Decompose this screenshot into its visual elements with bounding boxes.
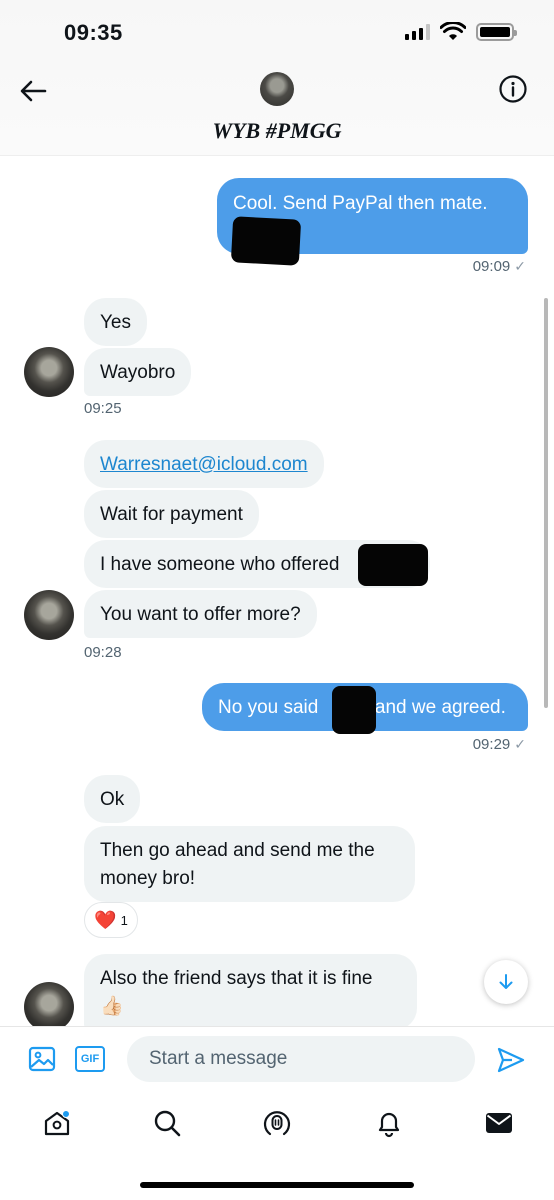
message-bubble-incoming[interactable]: You want to offer more?: [84, 590, 317, 638]
arrow-down-icon: [499, 974, 513, 989]
message-text: Wait for payment: [100, 504, 243, 525]
message-text: Cool. Send PayPal then mate.: [233, 193, 488, 214]
info-icon: [499, 75, 527, 103]
sender-avatar[interactable]: [24, 982, 74, 1026]
tab-messages[interactable]: [482, 1106, 516, 1140]
tab-notifications[interactable]: [372, 1106, 406, 1140]
home-indicator: [140, 1182, 414, 1188]
notifications-icon: [378, 1112, 400, 1138]
message-composer: GIF: [0, 1026, 554, 1096]
redaction-mark: [230, 216, 302, 266]
message-text: money bro!: [100, 868, 196, 889]
message-text: No you said: [218, 697, 319, 718]
message-text: Yes: [100, 312, 131, 333]
wifi-icon: [440, 22, 466, 40]
notification-dot: [62, 1110, 70, 1118]
image-icon: [28, 1046, 56, 1072]
tab-home[interactable]: [40, 1106, 74, 1140]
reaction-badge[interactable]: ❤️ 1: [84, 902, 138, 938]
send-button[interactable]: [496, 1045, 526, 1075]
reaction-count: 1: [120, 912, 128, 928]
info-button[interactable]: [498, 74, 528, 104]
bottom-tab-bar: [0, 1096, 554, 1200]
message-bubble-incoming[interactable]: Wait for payment: [84, 490, 259, 538]
status-icons: [405, 22, 517, 42]
spaces-icon: [263, 1111, 291, 1136]
redaction-mark: [358, 544, 428, 586]
message-text: Ok: [100, 789, 125, 810]
message-timestamp: 09:25: [84, 400, 122, 417]
scrollbar[interactable]: [544, 298, 548, 708]
redaction-mark: [332, 686, 376, 734]
message-thread[interactable]: Cool. Send PayPal then mate. 09:09 ✓ Yes …: [0, 156, 554, 1026]
gif-button[interactable]: GIF: [75, 1046, 105, 1072]
battery-icon: [476, 23, 517, 41]
arrow-left-icon: [20, 80, 47, 102]
sender-avatar[interactable]: [24, 347, 74, 397]
message-bubble-incoming[interactable]: Ok: [84, 775, 141, 823]
message-timestamp: 09:09 ✓: [472, 258, 526, 275]
scroll-to-bottom-button[interactable]: [484, 960, 528, 1004]
send-icon: [497, 1047, 525, 1073]
message-bubble-incoming[interactable]: Wayobro: [84, 348, 192, 396]
conversation-avatar[interactable]: [260, 72, 294, 106]
message-text: Also the friend says that it is fine: [100, 968, 373, 989]
message-text: Then go ahead and send me the: [100, 840, 375, 861]
tab-search[interactable]: [150, 1106, 184, 1140]
heart-icon: ❤️: [94, 909, 117, 930]
chat-header: 09:35 WYB #PMGG: [0, 0, 554, 156]
back-button[interactable]: [16, 74, 50, 108]
sender-avatar[interactable]: [24, 590, 74, 640]
message-bubble-incoming[interactable]: Yes: [84, 298, 147, 346]
search-icon: [154, 1110, 181, 1137]
conversation-title[interactable]: WYB #PMGG: [0, 118, 554, 144]
signal-icon: [405, 24, 430, 40]
message-timestamp: 09:29 ✓: [472, 736, 526, 753]
message-text: I have someone who offered: [100, 554, 340, 575]
message-input[interactable]: [127, 1036, 475, 1082]
message-text: You want to offer more?: [100, 604, 301, 625]
message-timestamp: 09:28: [84, 644, 122, 661]
message-bubble-incoming[interactable]: Also the friend says that it is fine 👍🏻: [84, 954, 417, 1026]
email-link[interactable]: Warresnaet@icloud.com: [100, 454, 308, 475]
message-bubble-incoming[interactable]: Warresnaet@icloud.com: [84, 440, 324, 488]
thumbs-up-icon: 👍🏻: [100, 996, 124, 1017]
message-text: Wayobro: [100, 362, 176, 383]
status-time: 09:35: [64, 20, 123, 45]
messages-icon: [486, 1113, 512, 1133]
media-button[interactable]: [28, 1045, 56, 1073]
tab-spaces[interactable]: [260, 1106, 294, 1140]
message-bubble-incoming[interactable]: Then go ahead and send me the money bro!: [84, 826, 415, 902]
message-text: and we agreed.: [374, 697, 506, 718]
